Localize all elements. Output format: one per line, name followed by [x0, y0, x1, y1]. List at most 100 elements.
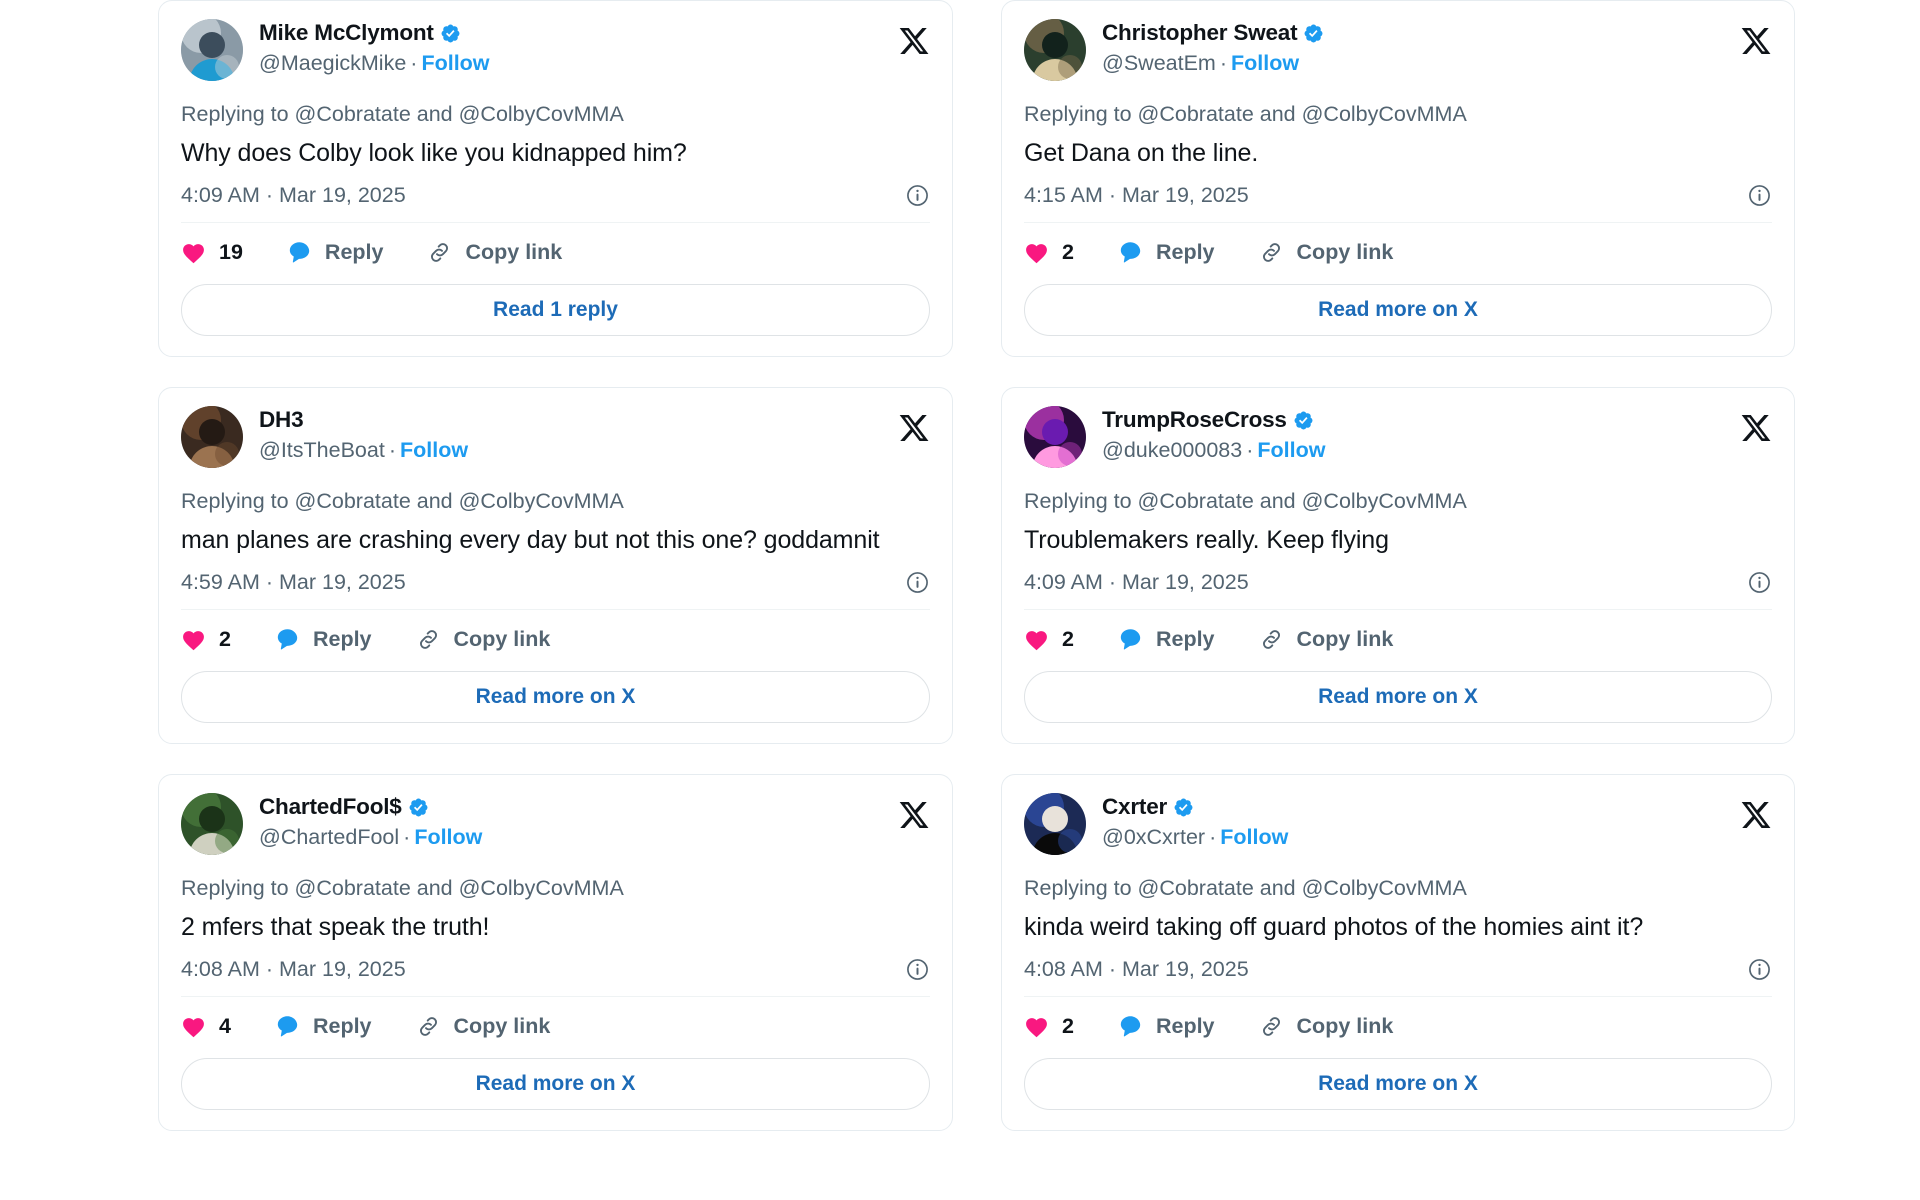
- reply-action[interactable]: Reply: [275, 1014, 372, 1039]
- action-bar: 2 Reply Copy link: [1024, 627, 1772, 652]
- like-action[interactable]: 19: [181, 240, 243, 265]
- read-more-button[interactable]: Read more on X: [1024, 670, 1772, 724]
- user-handle[interactable]: @ItsTheBoat: [259, 438, 385, 462]
- info-circle-icon[interactable]: [905, 570, 930, 595]
- follow-link[interactable]: Follow: [414, 825, 482, 849]
- reply-label: Reply: [312, 626, 372, 651]
- x-logo-icon[interactable]: [1740, 799, 1772, 831]
- link-chain-icon: [1259, 240, 1284, 265]
- follow-link[interactable]: Follow: [400, 438, 468, 462]
- separator-dot: ·: [403, 824, 411, 849]
- reply-bubble-icon: [1118, 1014, 1143, 1039]
- copy-link-label: Copy link: [1296, 239, 1394, 264]
- display-name[interactable]: Christopher Sweat: [1102, 20, 1298, 46]
- user-handle[interactable]: @MaegickMike: [259, 51, 406, 75]
- identity-block: Cxrter @0xCxrter · Follow: [1102, 793, 1288, 849]
- display-name-row: ChartedFool$: [259, 794, 482, 820]
- like-count: 4: [219, 1014, 231, 1038]
- follow-link[interactable]: Follow: [1231, 51, 1299, 75]
- info-circle-icon[interactable]: [1747, 957, 1772, 982]
- avatar[interactable]: [181, 793, 243, 856]
- x-logo-icon[interactable]: [1740, 412, 1772, 444]
- identity-block: Mike McClymont @MaegickMike · Follow: [259, 19, 490, 75]
- follow-link[interactable]: Follow: [421, 51, 489, 75]
- verified-badge-icon: [1173, 797, 1194, 818]
- read-more-button[interactable]: Read more on X: [1024, 283, 1772, 337]
- x-logo-icon[interactable]: [1740, 25, 1772, 57]
- reply-label: Reply: [1155, 1014, 1215, 1038]
- tweet-card: ChartedFool$ @ChartedFool · Follow Replying …: [158, 774, 953, 1132]
- identity-block: Christopher Sweat @SweatEm · Follow: [1102, 19, 1324, 75]
- identity-block: DH3 @ItsTheBoat · Follow: [259, 406, 468, 462]
- avatar[interactable]: [1024, 793, 1086, 856]
- reply-action[interactable]: Reply: [1118, 1014, 1215, 1039]
- tweet-card: TrumpRoseCross @duke000083 · Follow Replying…: [1001, 387, 1795, 745]
- like-count: 19: [219, 239, 243, 264]
- follow-link[interactable]: Follow: [1257, 438, 1325, 462]
- display-name[interactable]: DH3: [259, 407, 304, 433]
- avatar[interactable]: [1024, 19, 1086, 81]
- like-action[interactable]: 4: [181, 1014, 231, 1039]
- tweet-meta-row: 4:59 AM · Mar 19, 2025: [181, 570, 930, 595]
- like-action[interactable]: 2: [1024, 1014, 1074, 1039]
- copy-link-label: Copy link: [465, 239, 563, 264]
- divider: [181, 996, 930, 997]
- tweet-header: Mike McClymont @MaegickMike · Follow: [181, 19, 930, 81]
- info-circle-icon[interactable]: [905, 183, 930, 208]
- link-chain-icon: [416, 1014, 441, 1039]
- x-logo-icon[interactable]: [898, 25, 930, 57]
- separator-dot: ·: [410, 50, 418, 75]
- user-handle[interactable]: @duke000083: [1102, 438, 1242, 462]
- copy-link-label: Copy link: [1296, 626, 1394, 651]
- timestamp: 4:08 AM · Mar 19, 2025: [1024, 957, 1249, 981]
- avatar[interactable]: [1024, 406, 1086, 469]
- divider: [1024, 996, 1772, 997]
- heart-icon: [181, 628, 206, 651]
- like-action[interactable]: 2: [181, 627, 231, 652]
- like-count: 2: [1062, 1014, 1074, 1038]
- read-more-button[interactable]: Read more on X: [1024, 1058, 1772, 1111]
- reply-action[interactable]: Reply: [1118, 627, 1215, 652]
- timestamp: 4:08 AM · Mar 19, 2025: [181, 957, 406, 981]
- avatar[interactable]: [181, 406, 243, 469]
- read-more-button[interactable]: Read more on X: [181, 670, 930, 724]
- tweet-header: ChartedFool$ @ChartedFool · Follow: [181, 793, 930, 856]
- reply-label: Reply: [324, 239, 384, 264]
- reply-action[interactable]: Reply: [275, 627, 372, 652]
- x-logo-icon[interactable]: [898, 799, 930, 831]
- follow-link[interactable]: Follow: [1220, 825, 1288, 849]
- tweet-meta-row: 4:09 AM · Mar 19, 2025: [181, 183, 930, 208]
- reply-bubble-icon: [287, 240, 312, 265]
- display-name[interactable]: Cxrter: [1102, 794, 1167, 820]
- info-circle-icon[interactable]: [1747, 183, 1772, 208]
- tweet-card: Christopher Sweat @SweatEm · Follow Replying…: [1001, 0, 1795, 358]
- x-logo-icon[interactable]: [898, 412, 930, 444]
- copy-link-action[interactable]: Copy link: [416, 627, 550, 652]
- display-name[interactable]: ChartedFool$: [259, 794, 402, 820]
- user-handle[interactable]: @0xCxrter: [1102, 825, 1205, 849]
- copy-link-action[interactable]: Copy link: [1259, 239, 1394, 265]
- info-circle-icon[interactable]: [1747, 570, 1772, 595]
- display-name[interactable]: Mike McClymont: [259, 20, 434, 46]
- copy-link-action[interactable]: Copy link: [427, 240, 562, 265]
- user-handle[interactable]: @SweatEm: [1102, 51, 1216, 75]
- info-circle-icon[interactable]: [905, 957, 930, 982]
- copy-link-action[interactable]: Copy link: [1259, 626, 1394, 652]
- link-chain-icon: [1259, 1014, 1284, 1039]
- read-more-button[interactable]: Read more on X: [181, 1058, 930, 1111]
- copy-link-label: Copy link: [1296, 1014, 1394, 1038]
- user-handle[interactable]: @ChartedFool: [259, 825, 399, 849]
- like-action[interactable]: 2: [1024, 240, 1074, 265]
- copy-link-action[interactable]: Copy link: [1259, 1014, 1394, 1039]
- reply-action[interactable]: Reply: [1118, 240, 1215, 265]
- display-name[interactable]: TrumpRoseCross: [1102, 407, 1287, 433]
- handle-row: @ChartedFool · Follow: [259, 825, 482, 850]
- right-column: Christopher Sweat @SweatEm · Follow Replying…: [1001, 0, 1795, 1161]
- reply-action[interactable]: Reply: [287, 239, 384, 265]
- avatar[interactable]: [181, 19, 243, 81]
- reply-bubble-icon: [275, 627, 300, 652]
- copy-link-action[interactable]: Copy link: [416, 1014, 550, 1039]
- like-action[interactable]: 2: [1024, 627, 1074, 652]
- read-more-button[interactable]: Read 1 reply: [181, 283, 930, 337]
- tweet-text: Why does Colby look like you kidnapped h…: [181, 138, 687, 167]
